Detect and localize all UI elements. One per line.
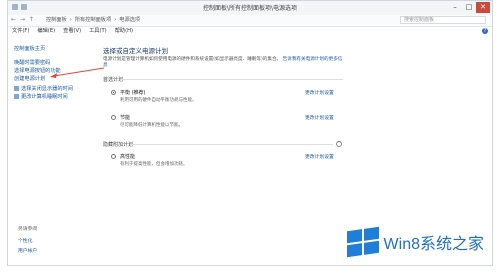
shield-icon (14, 94, 19, 99)
page-description: 电源计划是管理计算机如何使用电源的硬件和系统设置(如显示器亮度、睡眠等)的集合。… (103, 57, 343, 68)
sidebar-item-display-off[interactable]: 选择关闭显示器的时间 (14, 85, 73, 92)
help-icon[interactable]: ? (482, 28, 488, 34)
annotation-arrow (50, 67, 105, 78)
plan-name: 高性能 (120, 154, 136, 160)
menu-bar: 文件(F) 编辑(E) 查看(V) 工具(T) 帮助(H) ? (8, 27, 496, 36)
window-controls: – □ ✕ (448, 2, 490, 13)
preferred-plans-title: 首选计划 (103, 77, 124, 83)
chevron-up-icon[interactable]: ^ (336, 141, 342, 147)
plan-description: 尽可能降低计算机性能以节能。 (120, 123, 183, 128)
menu-tools[interactable]: 工具(T) (89, 27, 107, 36)
menu-edit[interactable]: 编辑(E) (37, 27, 55, 36)
change-plan-settings-link[interactable]: 更改计划设置 (305, 89, 334, 96)
menu-help[interactable]: 帮助(H) (115, 27, 133, 36)
plan-radio-power-saver[interactable] (111, 115, 116, 120)
sidebar-home-link[interactable]: 控制面板主页 (14, 45, 45, 52)
nav-buttons: ← → ↑ (11, 16, 35, 23)
divider (121, 79, 343, 80)
window-title: 控制面板\所有控制面板项\电源选项 (202, 5, 298, 12)
windows-logo-icon (346, 226, 379, 258)
title-bar: 控制面板\所有控制面板项\电源选项 – □ ✕ (8, 1, 492, 16)
plan-radio-high-performance[interactable] (111, 154, 116, 159)
close-button[interactable]: ✕ (476, 2, 490, 13)
minimize-button[interactable]: – (448, 2, 462, 13)
see-also-title: 另请参阅 (18, 227, 38, 232)
change-plan-settings-link[interactable]: 更改计划设置 (305, 114, 334, 121)
shield-icon (14, 86, 19, 91)
plan-description: 利用可用的硬件自动平衡功耗与性能。 (120, 98, 197, 103)
breadcrumb-item[interactable]: 电源选项 (119, 16, 140, 23)
up-icon[interactable]: ↑ (29, 16, 35, 23)
address-bar: ← → ↑ 控制面板 › 所有控制面板项 › 电源选项 搜索控制面板 (8, 15, 492, 27)
hidden-plans-title[interactable]: 隐藏附加计划 (103, 141, 133, 148)
window: 控制面板\所有控制面板项\电源选项 – □ ✕ ← → ↑ 控制面板 › 所有控制… (7, 0, 493, 266)
search-input[interactable]: 搜索控制面板 (400, 16, 486, 24)
maximize-button[interactable]: □ (462, 2, 476, 13)
forward-icon[interactable]: → (20, 16, 26, 23)
sidebar-item-sleep[interactable]: 更改计算机睡眠时间 (14, 93, 68, 100)
see-also-personalization-link[interactable]: 个性化 (18, 237, 32, 244)
watermark-brand: Win8系统之家 (383, 236, 484, 253)
breadcrumb-item[interactable]: 控制面板 (46, 16, 67, 23)
watermark-logo: Win8系统之家 (346, 226, 484, 258)
menu-file[interactable]: 文件(F) (12, 27, 29, 36)
divider (131, 144, 333, 145)
menu-view[interactable]: 查看(V) (63, 27, 81, 36)
plan-name: 平衡 (推荐) (120, 90, 146, 96)
back-icon[interactable]: ← (11, 16, 17, 23)
page-title: 选择或自定义电源计划 (103, 47, 168, 55)
sidebar-item-create-plan[interactable]: 创建电源计划 (14, 75, 45, 82)
sidebar-item-wake-password[interactable]: 唤醒时需要密码 (14, 59, 50, 66)
breadcrumb[interactable]: 控制面板 › 所有控制面板项 › 电源选项 (46, 16, 140, 24)
breadcrumb-item[interactable]: 所有控制面板项 (75, 16, 111, 23)
plan-description: 有利于提高性能，但会增加功耗。 (120, 162, 188, 167)
plan-name: 节能 (120, 115, 131, 121)
change-plan-settings-link[interactable]: 更改计划设置 (305, 153, 334, 160)
plan-radio-balanced[interactable] (111, 90, 116, 95)
see-also-user-accounts-link[interactable]: 用户帐户 (18, 247, 37, 254)
